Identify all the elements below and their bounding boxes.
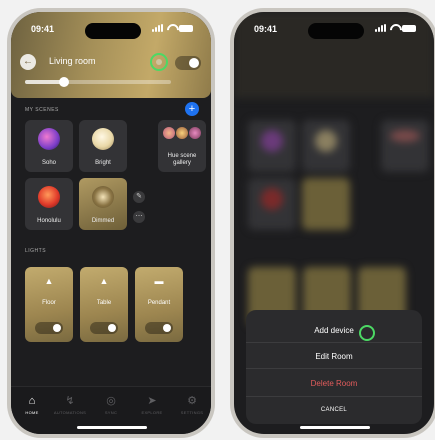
rocket-icon: ➤ xyxy=(147,395,157,407)
scene-gallery[interactable]: Hue scene gallery xyxy=(158,120,206,172)
tab-explore[interactable]: ➤ EXPLORE xyxy=(135,395,169,415)
floor-lamp-icon: ▲ xyxy=(44,276,54,286)
dynamic-island xyxy=(85,23,141,39)
room-screen: 09:41 ← Living room MY SCENES + Soho Bri… xyxy=(11,12,211,434)
scene-dimmed[interactable]: Dimmed xyxy=(79,178,127,230)
room-menu-screen: 09:41 Add device Edit Room Delete Room C… xyxy=(234,12,434,434)
home-icon: ⌂ xyxy=(28,395,36,407)
wifi-icon xyxy=(166,24,176,32)
toggle-knob xyxy=(53,324,61,332)
lightning-icon: ↯ xyxy=(65,395,75,407)
divider xyxy=(246,342,422,343)
more-dots-icon[interactable]: ⋯ xyxy=(133,211,145,223)
tab-label: AUTOMATIONS xyxy=(53,410,87,415)
divider xyxy=(246,368,422,369)
table-lamp-icon: ▲ xyxy=(99,276,109,286)
light-toggle[interactable] xyxy=(35,322,63,334)
scene-honolulu-image xyxy=(38,186,60,208)
tab-label: SETTINGS xyxy=(180,410,204,415)
more-options-icon[interactable] xyxy=(156,59,162,65)
status-time: 09:41 xyxy=(254,24,278,34)
room-action-sheet: Add device Edit Room Delete Room CANCEL xyxy=(246,310,422,424)
scene-label: Soho xyxy=(41,160,56,166)
edit-pencil-icon[interactable]: ✎ xyxy=(133,191,145,203)
pendant-lamp-icon: ▬ xyxy=(154,276,164,286)
scene-soho-image xyxy=(38,128,60,150)
scene-label: Bright xyxy=(95,160,111,166)
battery-icon xyxy=(179,24,193,32)
highlight-ring xyxy=(150,53,168,71)
light-toggle[interactable] xyxy=(145,322,173,334)
sync-icon: ◎ xyxy=(106,395,116,407)
room-power-toggle[interactable] xyxy=(175,56,201,70)
scene-honolulu[interactable]: Honolulu xyxy=(25,178,73,230)
tab-label: EXPLORE xyxy=(141,410,163,415)
back-button[interactable]: ← xyxy=(20,54,36,70)
battery-icon xyxy=(402,24,416,32)
dynamic-island xyxy=(308,23,364,39)
status-time: 09:41 xyxy=(31,24,55,34)
home-indicator xyxy=(77,426,147,429)
room-title: Living room xyxy=(49,56,96,66)
signal-icon xyxy=(375,24,386,32)
my-scenes-heading: MY SCENES xyxy=(25,107,59,113)
signal-icon xyxy=(152,24,163,32)
left-phone: 09:41 ← Living room MY SCENES + Soho Bri… xyxy=(7,8,215,438)
tab-label: SYNC xyxy=(104,410,118,415)
light-label: Pendant xyxy=(147,300,171,306)
toggle-knob xyxy=(108,324,116,332)
tab-automations[interactable]: ↯ AUTOMATIONS xyxy=(53,395,87,415)
toggle-knob xyxy=(163,324,171,332)
add-device-option[interactable]: Add device xyxy=(246,326,422,335)
edit-room-option[interactable]: Edit Room xyxy=(246,352,422,361)
lights-heading: LIGHTS xyxy=(25,248,47,254)
cancel-button[interactable]: CANCEL xyxy=(246,407,422,413)
scene-bright-image xyxy=(92,128,114,150)
scene-label: Dimmed xyxy=(91,218,115,224)
screenshot-stage: 09:41 ← Living room MY SCENES + Soho Bri… xyxy=(0,0,435,440)
light-card-table[interactable]: ▲ Table xyxy=(80,267,128,342)
gallery-preview xyxy=(163,127,201,139)
status-icons xyxy=(375,24,416,32)
scene-label: Hue scene gallery xyxy=(167,153,197,166)
scene-bright[interactable]: Bright xyxy=(79,120,127,172)
tab-bar: ⌂ HOME ↯ AUTOMATIONS ◎ SYNC ➤ EXPLORE ⚙ xyxy=(11,386,211,434)
tab-label: HOME xyxy=(25,410,39,415)
scene-soho[interactable]: Soho xyxy=(25,120,73,172)
light-card-pendant[interactable]: ▬ Pendant xyxy=(135,267,183,342)
delete-room-option[interactable]: Delete Room xyxy=(246,379,422,388)
tab-settings[interactable]: ⚙ SETTINGS xyxy=(175,395,209,415)
brightness-slider[interactable] xyxy=(25,77,171,87)
light-card-floor[interactable]: ▲ Floor xyxy=(25,267,73,342)
tab-sync[interactable]: ◎ SYNC xyxy=(94,395,128,415)
light-label: Floor xyxy=(42,300,56,306)
divider xyxy=(246,396,422,397)
scene-dimmed-image xyxy=(92,186,114,208)
tab-home[interactable]: ⌂ HOME xyxy=(15,395,49,415)
right-phone: 09:41 Add device Edit Room Delete Room C… xyxy=(230,8,435,438)
light-toggle[interactable] xyxy=(90,322,118,334)
highlight-ring xyxy=(359,325,375,341)
light-label: Table xyxy=(96,300,112,306)
wifi-icon xyxy=(389,24,399,32)
toggle-knob xyxy=(189,58,199,68)
status-icons xyxy=(152,24,193,32)
scene-label: Honolulu xyxy=(37,218,61,224)
add-scene-button[interactable]: + xyxy=(185,102,199,116)
home-indicator xyxy=(300,426,370,429)
gear-icon: ⚙ xyxy=(187,395,197,407)
